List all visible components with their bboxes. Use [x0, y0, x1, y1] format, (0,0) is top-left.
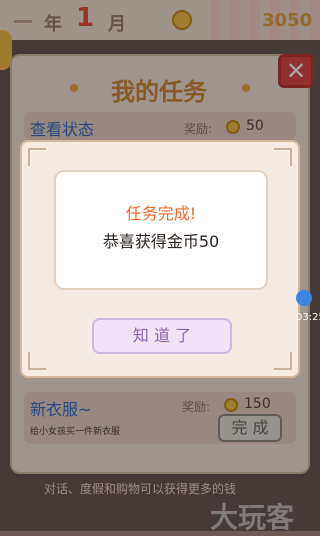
modal-body: 恭喜获得金币50	[102, 232, 220, 251]
corner-ornament	[28, 148, 46, 166]
modal-title: 任务完成!	[125, 204, 197, 223]
time-label: 03:25	[296, 312, 320, 323]
ok-button[interactable]: 知 道 了	[92, 318, 232, 354]
task-complete-modal: 任务完成! 恭喜获得金币50 知 道 了	[20, 140, 300, 378]
scroll-indicator[interactable]	[296, 290, 312, 306]
corner-ornament	[274, 352, 292, 370]
corner-ornament	[274, 148, 292, 166]
message-box: 任务完成! 恭喜获得金币50	[54, 170, 268, 290]
corner-ornament	[28, 352, 46, 370]
